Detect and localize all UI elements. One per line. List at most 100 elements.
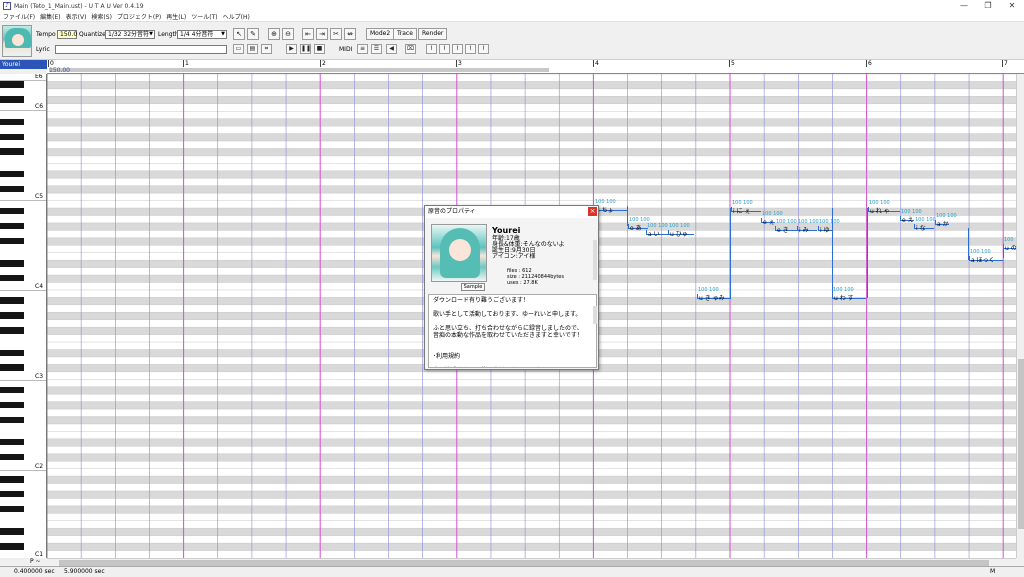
pitch-toggle-buttons[interactable]: P ~ ◀ xyxy=(30,558,47,573)
note[interactable]: 100 100 e き xyxy=(775,219,797,234)
black-key[interactable] xyxy=(0,416,24,423)
note[interactable]: 100 100 u わ す xyxy=(832,287,866,302)
info-scrollbar[interactable] xyxy=(593,240,597,280)
black-key[interactable] xyxy=(0,222,24,230)
render-button[interactable]: Render xyxy=(418,28,448,40)
black-key[interactable] xyxy=(0,118,24,126)
note[interactable]: 100 100 a か xyxy=(935,213,957,228)
note[interactable]: 100 u の xyxy=(1003,237,1017,252)
readme-scrollbar[interactable] xyxy=(593,306,597,324)
track-singer-label[interactable]: Yourei xyxy=(0,60,47,69)
folder-icon[interactable]: ▤ xyxy=(247,44,258,54)
note[interactable]: 100 100 u ひゅ xyxy=(668,223,694,238)
list-icon[interactable]: ≡ xyxy=(357,44,368,54)
merge-icon[interactable]: ⇎ xyxy=(344,28,356,40)
insert-icon[interactable]: ▭ xyxy=(233,44,244,54)
black-key[interactable] xyxy=(0,260,24,267)
speaker-icon[interactable]: ◀ xyxy=(386,44,397,54)
minimize-button[interactable]: — xyxy=(952,0,976,12)
note[interactable]: 100 100 a い xyxy=(646,223,668,238)
note[interactable]: 100 100 u き ゅみ xyxy=(697,287,731,302)
pointer-tool-icon[interactable]: ↖ xyxy=(233,28,245,40)
black-key[interactable] xyxy=(0,96,24,103)
menu-play[interactable]: 再生(L) xyxy=(166,12,186,21)
black-key[interactable] xyxy=(0,349,24,356)
note[interactable]: 100 100 a ほっく xyxy=(969,249,1003,264)
black-key[interactable] xyxy=(0,476,24,483)
envelope-icon-5[interactable]: ⌇ xyxy=(478,44,489,54)
vertical-scroll-thumb[interactable] xyxy=(1018,359,1024,529)
black-key[interactable] xyxy=(0,148,24,155)
black-key[interactable] xyxy=(0,490,24,498)
measure-ruler[interactable]: 0 1 2 3 4 5 6 7 150.00 xyxy=(47,60,1024,74)
go-end-icon[interactable]: ⇥ xyxy=(316,28,328,40)
black-key[interactable] xyxy=(0,170,24,178)
vertical-scrollbar[interactable] xyxy=(1016,74,1024,558)
split-icon[interactable]: ✂ xyxy=(330,28,342,40)
black-key[interactable] xyxy=(0,208,24,215)
menu-tools[interactable]: ツール(T) xyxy=(191,12,217,21)
zoom-in-icon[interactable]: ⊕ xyxy=(268,28,280,40)
pitch-icon[interactable]: ⌗ xyxy=(261,44,272,54)
disabled-tool-icon[interactable]: ⌧ xyxy=(405,44,416,54)
menu-view[interactable]: 表示(V) xyxy=(66,12,87,21)
black-key[interactable] xyxy=(0,543,24,550)
go-start-icon[interactable]: ⇤ xyxy=(302,28,314,40)
horizontal-scrollbar[interactable] xyxy=(47,558,1016,566)
lyric-input[interactable] xyxy=(55,45,227,54)
length-select[interactable]: 1/4 4分音符 ▼ xyxy=(177,30,227,39)
piano-keyboard[interactable]: E6 C6 C5 C4 C3 C2 C1 xyxy=(0,74,47,558)
black-key[interactable] xyxy=(0,528,24,535)
black-key[interactable] xyxy=(0,133,24,140)
envelope-icon-3[interactable]: ⌇ xyxy=(452,44,463,54)
note[interactable]: 100 100 u れ ゃ xyxy=(868,200,900,215)
menu-file[interactable]: ファイル(F) xyxy=(3,12,35,21)
black-key[interactable] xyxy=(0,453,24,461)
maximize-button[interactable]: ❐ xyxy=(976,0,1000,12)
note[interactable]: 100 100 e ぇ xyxy=(761,211,783,226)
note-lyric: u の xyxy=(1005,245,1017,252)
mixer-icon[interactable]: ☰ xyxy=(371,44,382,54)
black-key[interactable] xyxy=(0,81,24,88)
tempo-input[interactable]: 150.0 xyxy=(57,30,77,39)
close-button[interactable]: ✕ xyxy=(1000,0,1024,12)
black-key[interactable] xyxy=(0,364,24,371)
singer-avatar[interactable] xyxy=(2,25,32,57)
tempo-marker[interactable]: 150.00 xyxy=(49,67,70,74)
stop-icon[interactable]: ■ xyxy=(314,44,325,54)
envelope-icon-1[interactable]: ⌇ xyxy=(426,44,437,54)
zoom-out-icon[interactable]: ⊖ xyxy=(282,28,294,40)
black-key[interactable] xyxy=(0,438,24,446)
black-key[interactable] xyxy=(0,185,24,193)
black-key[interactable] xyxy=(0,505,24,513)
note[interactable]: 100 100 i に ぇ xyxy=(731,200,761,215)
black-key[interactable] xyxy=(0,327,24,334)
black-key[interactable] xyxy=(0,275,24,282)
quantize-select[interactable]: 1/32 32分音符 ▼ xyxy=(105,30,155,39)
menu-search[interactable]: 検索(S) xyxy=(91,12,112,21)
sample-button[interactable]: Sample xyxy=(461,283,485,291)
trace-button[interactable]: Trace xyxy=(393,28,417,40)
note[interactable]: 100 100 a ちょ xyxy=(594,199,628,214)
dialog-close-button[interactable]: × xyxy=(588,207,597,216)
black-key[interactable] xyxy=(0,297,24,304)
note[interactable]: 100 100 i な xyxy=(914,217,936,232)
note[interactable]: 100 100 i ゆ xyxy=(818,219,840,234)
pause-icon[interactable]: ❚❚ xyxy=(300,44,311,54)
mode2-button[interactable]: Mode2 xyxy=(366,28,395,40)
black-key[interactable] xyxy=(0,401,24,409)
menu-project[interactable]: プロジェクト(P) xyxy=(117,12,161,21)
black-key[interactable] xyxy=(0,312,24,319)
play-icon[interactable]: ▶ xyxy=(286,44,297,54)
note[interactable]: 100 100 i み xyxy=(797,219,819,234)
menu-edit[interactable]: 編集(E) xyxy=(40,12,60,21)
note[interactable]: 100 100 e え xyxy=(900,209,922,224)
pencil-tool-icon[interactable]: ✎ xyxy=(247,28,259,40)
black-key[interactable] xyxy=(0,386,24,394)
note[interactable]: 100 100 o あ xyxy=(628,217,650,232)
readme-text[interactable]: ダウンロード有り難うございます！ 歌い手として活動しております、ゆーれいと申します… xyxy=(428,294,597,368)
black-key[interactable] xyxy=(0,237,24,245)
envelope-icon-2[interactable]: ⌇ xyxy=(439,44,450,54)
envelope-icon-4[interactable]: ⌇ xyxy=(465,44,476,54)
menu-help[interactable]: ヘルプ(H) xyxy=(223,12,250,21)
